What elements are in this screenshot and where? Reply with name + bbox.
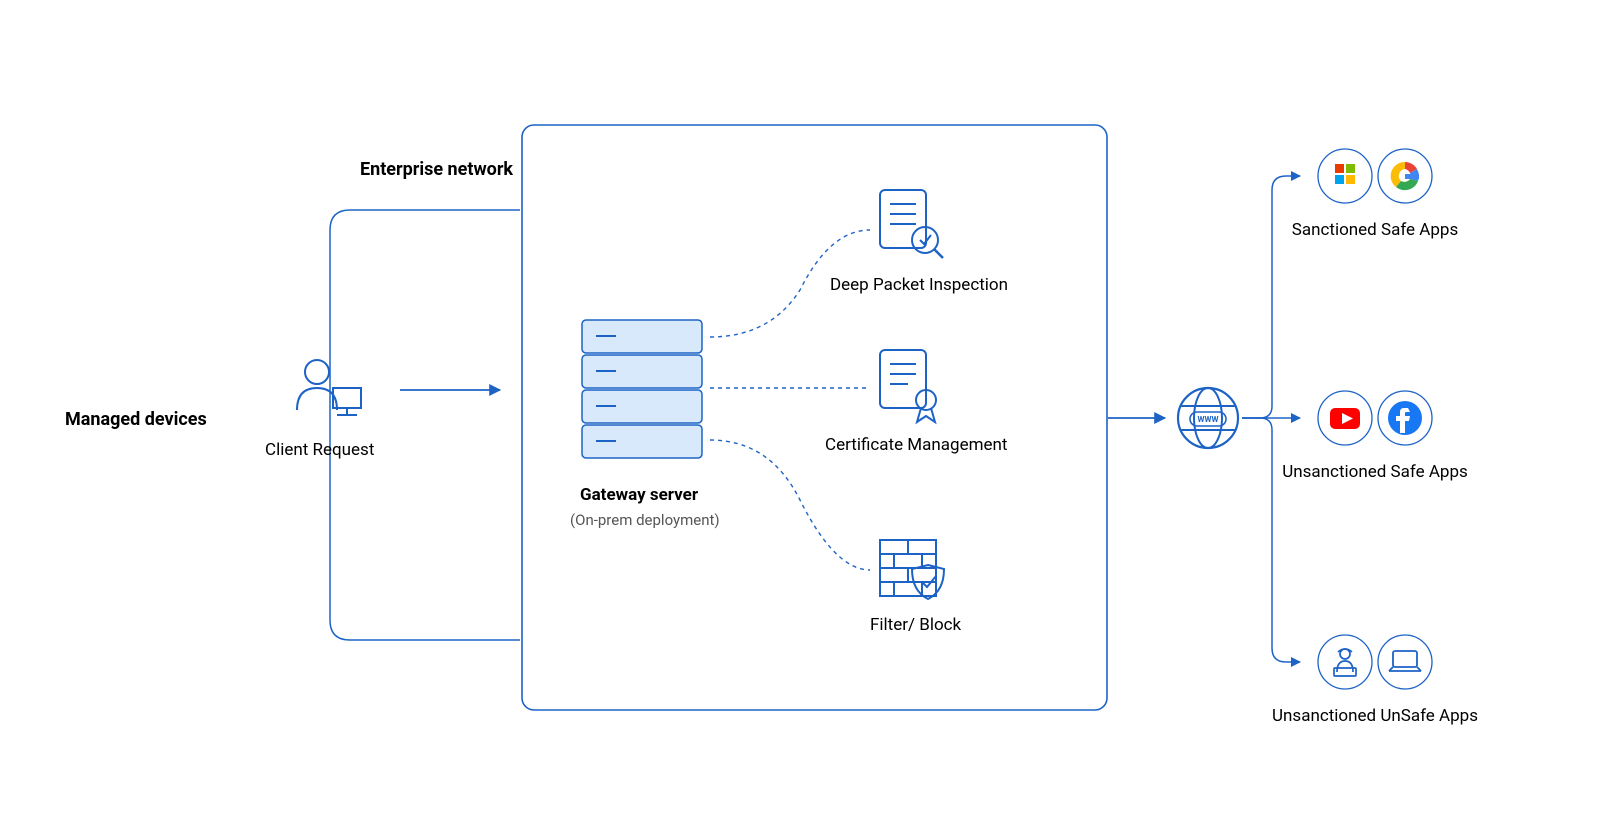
unsanctioned-safe-label: Unsanctioned Safe Apps	[1282, 462, 1468, 482]
branch-top	[1242, 176, 1300, 418]
managed-devices-label: Managed devices	[65, 409, 207, 430]
firewall-icon	[880, 540, 944, 599]
cert-label: Certificate Management	[825, 435, 1007, 455]
gateway-server-title: Gateway server	[580, 485, 699, 505]
unsanctioned-unsafe-label: Unsanctioned UnSafe Apps	[1272, 706, 1478, 726]
user-workstation-icon	[297, 360, 361, 415]
office-icon	[1318, 149, 1372, 203]
dpi-label: Deep Packet Inspection	[830, 275, 1008, 295]
unsanctioned-unsafe-apps: Unsanctioned UnSafe Apps	[1272, 635, 1478, 726]
branch-bot	[1242, 418, 1300, 662]
unsanctioned-safe-apps: Unsanctioned Safe Apps	[1282, 391, 1468, 482]
filter-label: Filter/ Block	[870, 615, 962, 635]
hacker-icon	[1318, 635, 1372, 689]
enterprise-network-title: Enterprise network	[360, 159, 513, 180]
inspection-icon	[880, 190, 943, 258]
gateway-server-subtitle: (On-prem deployment)	[570, 511, 720, 529]
server-icon	[582, 320, 702, 458]
conn-filter	[710, 440, 870, 570]
laptop-icon	[1378, 635, 1432, 689]
sanctioned-safe-label: Sanctioned Safe Apps	[1292, 220, 1458, 240]
left-bracket	[330, 210, 520, 640]
sanctioned-safe-apps: Sanctioned Safe Apps	[1292, 149, 1458, 240]
client-request-label: Client Request	[265, 440, 374, 460]
globe-www-icon: WWW	[1178, 388, 1238, 448]
architecture-diagram: Managed devices Client Request Enterpris…	[0, 0, 1621, 818]
certificate-icon	[880, 350, 936, 422]
svg-text:WWW: WWW	[1198, 415, 1219, 424]
